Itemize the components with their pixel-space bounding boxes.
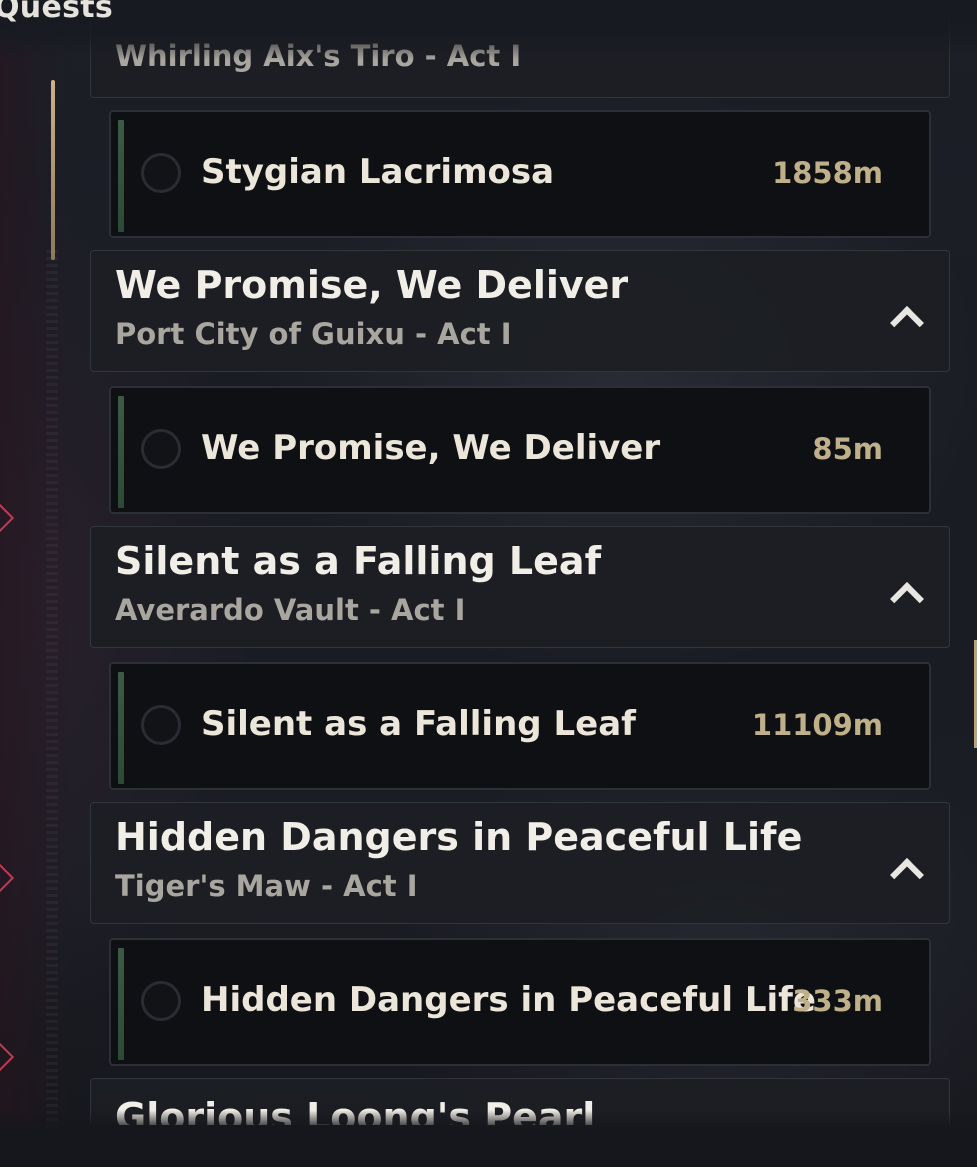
quest-group-header[interactable]: Glorious Loong's Pearl	[90, 1078, 950, 1125]
quest-group-location: Tiger's Maw - Act I	[115, 869, 418, 903]
quest-item[interactable]: Silent as a Falling Leaf 11109m	[109, 662, 931, 790]
quest-group-header[interactable]: Silent as a Falling Leaf Averardo Vault …	[90, 526, 950, 648]
chevron-up-icon[interactable]	[891, 855, 917, 881]
circle-icon	[141, 705, 181, 745]
quest-name: Silent as a Falling Leaf	[201, 704, 636, 744]
quest-group-title: We Promise, We Deliver	[115, 263, 629, 307]
quest-item[interactable]: Stygian Lacrimosa 1858m	[109, 110, 931, 238]
circle-icon	[141, 981, 181, 1021]
quest-item[interactable]: We Promise, We Deliver 85m	[109, 386, 931, 514]
quest-item[interactable]: Hidden Dangers in Peaceful Life 333m	[109, 938, 931, 1066]
quest-group-title: Hidden Dangers in Peaceful Life	[115, 815, 803, 859]
quest-group-location: Port City of Guixu - Act I	[115, 317, 512, 351]
quest-name: We Promise, We Deliver	[201, 428, 661, 468]
circle-icon	[141, 429, 181, 469]
quest-distance: 11109m	[751, 708, 883, 742]
tracked-indicator	[118, 396, 124, 508]
page-title: Quests	[0, 0, 114, 25]
tracked-indicator	[118, 948, 124, 1060]
quest-group-header[interactable]: We Promise, We Deliver Port City of Guix…	[90, 250, 950, 372]
quest-group-location: Averardo Vault - Act I	[115, 593, 466, 627]
quest-distance: 333m	[792, 984, 883, 1018]
quest-distance: 1858m	[772, 156, 883, 190]
chevron-up-icon[interactable]	[891, 303, 917, 329]
quest-group-header[interactable]: Hidden Dangers in Peaceful Life Tiger's …	[90, 802, 950, 924]
circle-icon	[141, 153, 181, 193]
chevron-up-icon[interactable]	[891, 579, 917, 605]
quest-distance: 85m	[812, 432, 883, 466]
quest-group-header[interactable]: Whirling Aix's Tiro - Act I	[90, 0, 950, 98]
quest-group-title: Silent as a Falling Leaf	[115, 539, 602, 583]
quest-name: Stygian Lacrimosa	[201, 152, 555, 192]
tracked-indicator	[118, 672, 124, 784]
quest-group-title: Glorious Loong's Pearl	[115, 1095, 596, 1125]
quest-name: Hidden Dangers in Peaceful Life	[201, 980, 816, 1020]
quest-list: Whirling Aix's Tiro - Act I Stygian Lacr…	[0, 0, 977, 1125]
quest-screen: Whirling Aix's Tiro - Act I Stygian Lacr…	[0, 0, 977, 1167]
tracked-indicator	[118, 120, 124, 232]
quest-group-location: Whirling Aix's Tiro - Act I	[115, 39, 522, 73]
